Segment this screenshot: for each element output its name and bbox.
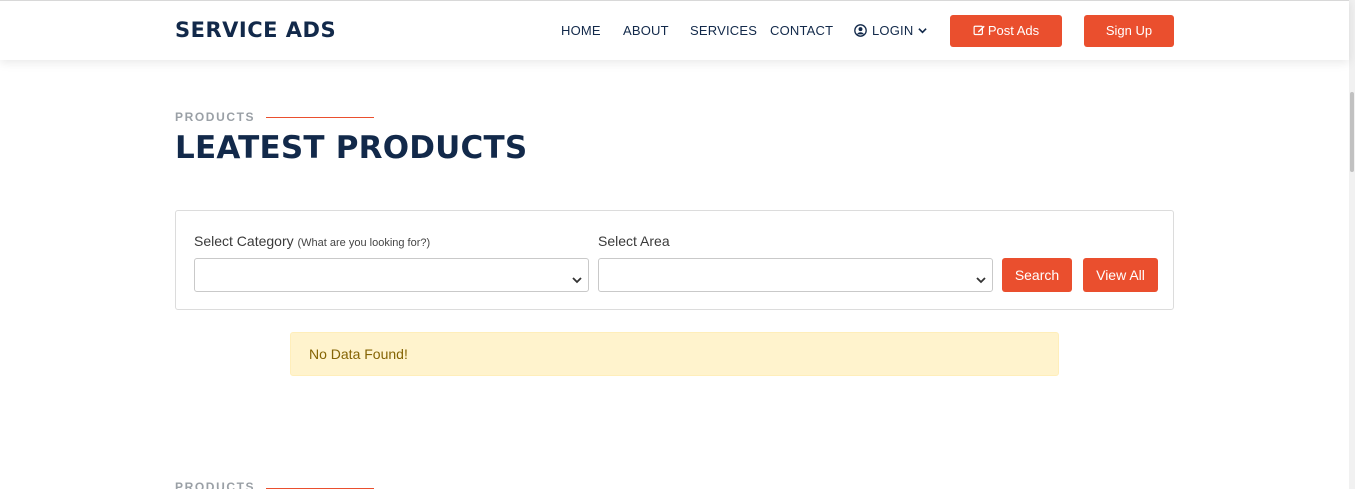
nav-about[interactable]: ABOUT — [623, 23, 669, 38]
site-logo[interactable]: SERVICE ADS — [175, 18, 336, 42]
area-select[interactable] — [598, 258, 993, 292]
post-ads-button[interactable]: Post Ads — [950, 15, 1062, 47]
user-circle-icon — [854, 24, 867, 37]
no-data-alert: No Data Found! — [290, 332, 1059, 376]
nav-services[interactable]: SERVICES — [690, 23, 757, 38]
post-ads-label: Post Ads — [987, 23, 1040, 38]
edit-icon — [973, 16, 985, 48]
view-all-button[interactable]: View All — [1083, 258, 1158, 292]
section-eyebrow: PRODUCTS — [175, 110, 256, 124]
nav-login[interactable]: LOGIN — [854, 23, 928, 38]
category-select[interactable] — [194, 258, 589, 292]
nav-contact[interactable]: CONTACT — [770, 23, 833, 38]
sign-up-button[interactable]: Sign Up — [1084, 15, 1174, 47]
category-label-text: Select Category — [194, 233, 294, 249]
category-hint: (What are you looking for?) — [297, 237, 431, 249]
area-label: Select Area — [598, 233, 670, 249]
section2-eyebrow: PRODUCTS — [175, 480, 256, 489]
chevron-down-icon — [918, 27, 928, 34]
page-title: LEATEST PRODUCTS — [175, 130, 528, 166]
page-scrollbar[interactable] — [1349, 0, 1355, 489]
category-label: Select Category (What are you looking fo… — [194, 233, 430, 249]
eyebrow-divider — [266, 117, 374, 118]
login-label: LOGIN — [872, 23, 914, 38]
chevron-down-icon — [976, 271, 986, 289]
nav-home[interactable]: HOME — [561, 23, 601, 38]
scrollbar-thumb[interactable] — [1350, 92, 1354, 172]
chevron-down-icon — [572, 271, 582, 289]
filter-panel: Select Category (What are you looking fo… — [175, 210, 1174, 310]
search-button[interactable]: Search — [1002, 258, 1072, 292]
site-header: SERVICE ADS HOME ABOUT SERVICES CONTACT … — [0, 0, 1349, 60]
